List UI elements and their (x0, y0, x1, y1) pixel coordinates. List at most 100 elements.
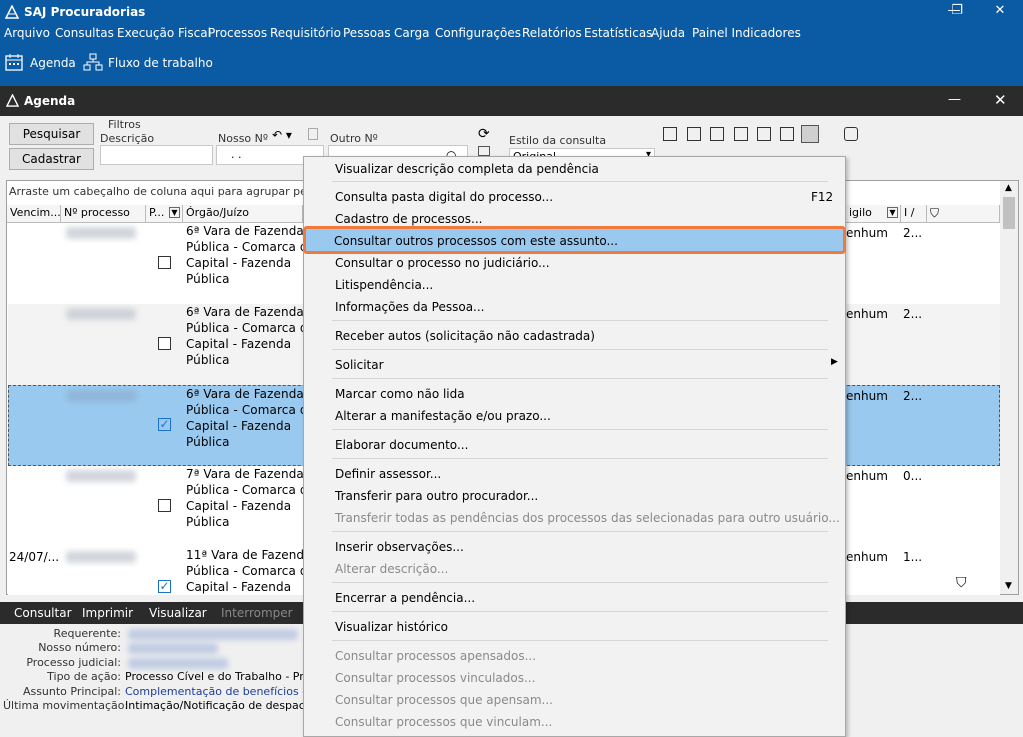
descricao-input[interactable] (100, 145, 213, 165)
row-checkbox[interactable] (158, 256, 171, 269)
toolbar-agenda-button[interactable]: Agenda (30, 56, 76, 70)
tipo-acao-label: Tipo de ação: (47, 670, 121, 683)
child-minimize-icon[interactable]: — (948, 92, 961, 107)
redacted-process-number (66, 470, 136, 482)
refresh-icon[interactable]: ⟳ (478, 126, 490, 142)
scroll-thumb[interactable] (1003, 197, 1015, 229)
menu-carga[interactable]: Carga (394, 26, 429, 40)
options-icon[interactable] (844, 127, 858, 141)
menu-item-visualizar-descricao[interactable]: Visualizar descrição completa da pendênc… (335, 162, 599, 176)
menu-painel-indicadores[interactable]: Painel Indicadores (692, 26, 801, 40)
menu-item-visualizar-historico[interactable]: Visualizar histórico (335, 620, 448, 634)
orgao-cell: 7ª Vara de Fazenda Pública - Comarca da Ca… (186, 467, 304, 529)
menu-separator (332, 611, 828, 612)
calc-icon[interactable] (478, 146, 490, 156)
menu-estatisticas[interactable]: Estatísticas (584, 26, 652, 40)
column-i[interactable]: I / (901, 205, 927, 223)
outro-numero-label: Outro Nº (330, 132, 378, 145)
menu-item-encerrar-pendencia[interactable]: Encerrar a pendência... (335, 591, 475, 605)
menu-item-processos-vinculados[interactable]: Consultar processos vinculados... (335, 671, 535, 685)
assunto-principal-link[interactable]: Complementação de benefícios - P (125, 685, 305, 698)
menu-processos[interactable]: Processos (208, 26, 267, 40)
scroll-down-icon[interactable]: ▼ (1005, 581, 1012, 591)
menu-item-informacoes-pessoa[interactable]: Informações da Pessoa... (335, 300, 484, 314)
menu-item-cadastro-processos[interactable]: Cadastro de processos... (335, 212, 482, 226)
undo-icon[interactable]: ↶ ▾ (272, 128, 292, 142)
orgao-cell: 6ª Vara de Fazenda Pública - Comarca da Ca… (186, 224, 304, 286)
pesquisar-button[interactable]: Pesquisar (9, 123, 94, 145)
menu-item-processos-apensados[interactable]: Consultar processos apensados... (335, 649, 536, 663)
redacted-process-number (66, 227, 136, 239)
child-close-icon[interactable]: ✕ (994, 91, 1007, 109)
sigilo-cell: enhum (846, 307, 888, 321)
menu-item-consultar-judiciario[interactable]: Consultar o processo no judiciário... (335, 256, 550, 270)
tree-icon[interactable] (734, 127, 748, 141)
assunto-principal-label: Assunto Principal: (22, 685, 121, 698)
app-title-bar: SAJ Procuradorias — ❐ ✕ (0, 0, 1023, 24)
menu-requisitorio[interactable]: Requisitório (270, 26, 341, 40)
clipboard-icon[interactable] (308, 128, 318, 140)
menu-item-highlighted-label[interactable]: Consultar outros processos com este assu… (334, 234, 618, 248)
column-numero-processo[interactable]: Nº processo (61, 205, 146, 223)
visualizar-button[interactable]: Visualizar (149, 606, 207, 620)
imprimir-button[interactable]: Imprimir (82, 606, 133, 620)
menu-item-processos-que-vinculam[interactable]: Consultar processos que vinculam... (335, 715, 552, 729)
menu-ajuda[interactable]: Ajuda (651, 26, 685, 40)
row-checkbox-checked[interactable]: ✓ (158, 580, 171, 593)
requerente-label: Requerente: (53, 627, 121, 640)
menu-item-elaborar-documento[interactable]: Elaborar documento... (335, 438, 468, 452)
menu-consultas[interactable]: Consultas (55, 26, 114, 40)
layout-icon[interactable] (710, 127, 724, 141)
menu-item-alterar-manifestacao[interactable]: Alterar a manifestação e/ou prazo... (335, 409, 551, 423)
excel-icon[interactable] (663, 127, 677, 141)
column-flag[interactable]: ⛉ (927, 205, 1000, 223)
scroll-up-icon[interactable]: ▲ (1005, 183, 1012, 193)
column-p[interactable]: P... ▼ (146, 205, 183, 223)
redacted-requerente (128, 629, 298, 640)
filter-dropdown-icon[interactable]: ▼ (887, 207, 898, 218)
calendar-icon (5, 54, 23, 71)
list-icon[interactable] (780, 127, 794, 141)
menu-item-processos-que-apensam[interactable]: Consultar processos que apensam... (335, 693, 553, 707)
menu-item-alterar-descricao[interactable]: Alterar descrição... (335, 562, 448, 576)
menu-item-receber-autos[interactable]: Receber autos (solicitação não cadastrad… (335, 329, 595, 343)
consultar-button[interactable]: Consultar (14, 606, 72, 620)
print-icon[interactable] (687, 127, 701, 141)
menu-item-transferir-todas[interactable]: Transferir todas as pendências dos proce… (335, 511, 840, 525)
vertical-scrollbar[interactable]: ▲ ▼ (1000, 181, 1018, 594)
row-checkbox-checked[interactable]: ✓ (158, 418, 171, 431)
menu-execucao-fiscal[interactable]: Execução Fiscal (117, 26, 211, 40)
menu-configuracoes[interactable]: Configurações (435, 26, 521, 40)
menu-item-litispendencia[interactable]: Litispendência... (335, 278, 433, 292)
menu-separator (332, 320, 828, 321)
redacted-process-number (67, 390, 137, 402)
filter-dropdown-icon[interactable]: ▼ (169, 207, 180, 218)
column-vencimento[interactable]: Vencim... (7, 205, 61, 223)
row-checkbox[interactable] (158, 499, 171, 512)
submenu-arrow-icon: ▶ (831, 357, 838, 367)
interromper-button[interactable]: Interromper (221, 606, 293, 620)
column-sigilo[interactable]: igilo ▼ (846, 205, 901, 223)
menu-separator (332, 349, 828, 350)
menu-item-solicitar[interactable]: Solicitar (335, 358, 384, 372)
menu-item-transferir-procurador[interactable]: Transferir para outro procurador... (335, 489, 538, 503)
ultima-movimentacao-label: Última movimentação: (3, 699, 129, 712)
menu-item-definir-assessor[interactable]: Definir assessor... (335, 467, 441, 481)
menu-item-marcar-nao-lida[interactable]: Marcar como não lida (335, 387, 465, 401)
toolbar-fluxo-button[interactable]: Fluxo de trabalho (108, 56, 213, 70)
grid-view-icon[interactable] (801, 125, 819, 143)
column-orgao-juizo[interactable]: Órgão/Juízo (183, 205, 303, 223)
menu-item-pasta-digital[interactable]: Consulta pasta digital do processo... (335, 190, 553, 204)
menu-item-inserir-observacoes[interactable]: Inserir observações... (335, 540, 464, 554)
menu-relatorios[interactable]: Relatórios (522, 26, 582, 40)
columns-icon[interactable] (757, 127, 771, 141)
restore-icon[interactable]: ❐ (934, 0, 980, 24)
menu-arquivo[interactable]: Arquivo (4, 26, 50, 40)
menu-pessoas[interactable]: Pessoas (343, 26, 391, 40)
row-checkbox[interactable] (158, 337, 171, 350)
nosso-numero-label: Nosso Nº (218, 132, 269, 145)
sigilo-cell: enhum (846, 469, 888, 483)
close-icon[interactable]: ✕ (977, 0, 1023, 24)
cadastrar-button[interactable]: Cadastrar (9, 148, 94, 170)
bookmark-icon[interactable]: ⛉ (956, 575, 967, 591)
